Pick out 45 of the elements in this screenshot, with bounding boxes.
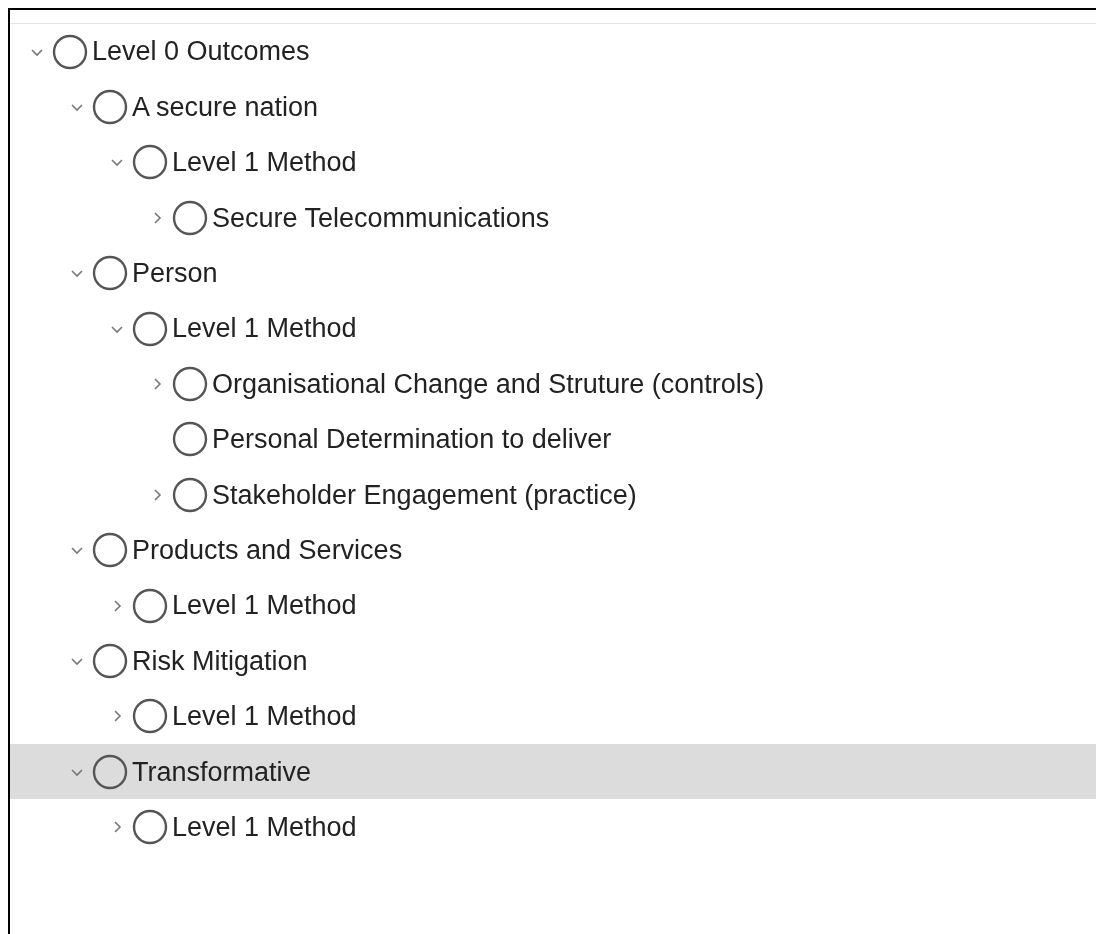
outline-row[interactable]: Level 1 Method: [10, 688, 1096, 745]
circle-icon[interactable]: [172, 366, 208, 403]
circle-icon[interactable]: [132, 809, 168, 846]
outline-label: Risk Mitigation: [132, 644, 308, 678]
outline-row[interactable]: Risk Mitigation: [10, 633, 1096, 689]
outline-label: Level 1 Method: [172, 700, 357, 734]
circle-icon[interactable]: [52, 33, 88, 70]
circle-icon[interactable]: [92, 532, 128, 569]
outline-label: Level 1 Method: [172, 312, 357, 346]
outline-row[interactable]: Person: [10, 245, 1096, 301]
outline-label: Person: [132, 257, 218, 290]
outline-label: Level 1 Method: [172, 810, 357, 844]
outline-row[interactable]: Stakeholder Engagement (practice): [10, 467, 1096, 523]
outline-row[interactable]: Level 0 Outcomes: [10, 24, 1096, 80]
outline-label: Personal Determination to deliver: [212, 423, 612, 457]
outline-row[interactable]: A secure nation: [10, 79, 1096, 135]
circle-icon[interactable]: [172, 476, 208, 513]
outline-label: Level 0 Outcomes: [92, 35, 310, 69]
outline-label: A secure nation: [132, 90, 319, 124]
outline-label: Products and Services: [132, 533, 403, 567]
circle-icon[interactable]: [92, 255, 128, 292]
outline-row[interactable]: Level 1 Method: [10, 577, 1096, 634]
outline-label: Level 1 Method: [172, 146, 357, 180]
circle-icon[interactable]: [132, 144, 168, 181]
outline-row[interactable]: Level 1 Method: [10, 799, 1096, 855]
outline-label: Stakeholder Engagement (practice): [212, 478, 637, 512]
circle-icon[interactable]: [172, 421, 208, 458]
circle-icon[interactable]: [132, 587, 168, 624]
outline-row[interactable]: Products and Services: [10, 522, 1096, 578]
outline-label: Secure Telecommunications: [212, 201, 550, 235]
circle-icon[interactable]: [132, 698, 168, 735]
circle-icon[interactable]: [92, 89, 128, 126]
circle-icon[interactable]: [172, 199, 208, 236]
outline-label: Transformative: [132, 755, 312, 789]
outline-row[interactable]: Secure Telecommunications: [10, 190, 1096, 246]
outline-row[interactable]: Transformative: [10, 744, 1096, 800]
circle-icon[interactable]: [92, 643, 128, 679]
outline-row[interactable]: Level 1 Method: [10, 300, 1096, 357]
outline-label: Organisational Change and Struture (controls): [212, 367, 765, 401]
outline-row[interactable]: Organisational Change and Struture (controls): [10, 356, 1096, 412]
outline-label: Level 1 Method: [172, 589, 357, 623]
outline-row[interactable]: Level 1 Method: [10, 134, 1096, 191]
outline-row[interactable]: Personal Determination to deliver: [10, 411, 1096, 468]
circle-icon[interactable]: [132, 310, 168, 347]
circle-icon[interactable]: [92, 753, 128, 790]
